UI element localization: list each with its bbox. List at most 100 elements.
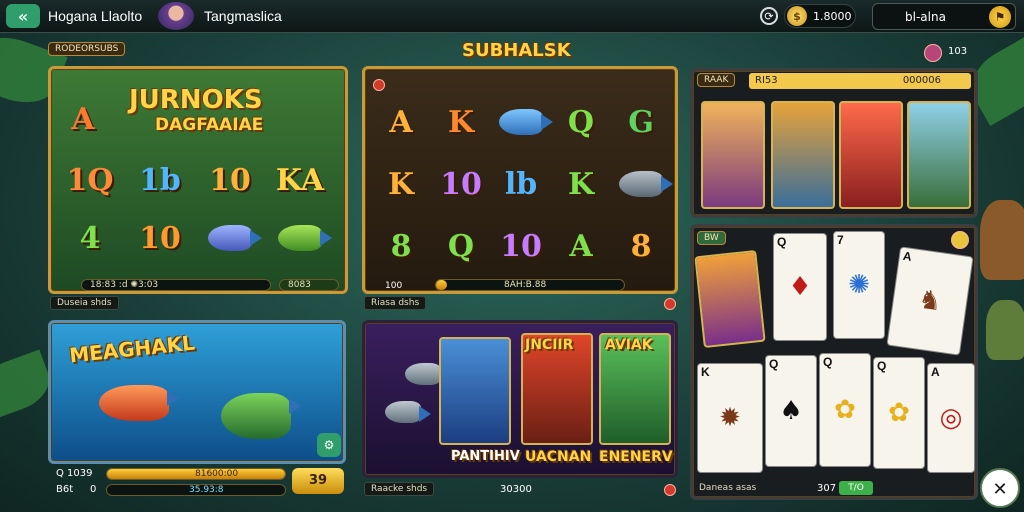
symbol-lb: lb [504, 166, 538, 202]
panel4-row1-bar: 81600:00 [106, 468, 286, 480]
symbol-4: 4 [79, 220, 101, 256]
symbol-a: A [71, 101, 95, 137]
symbol-a: A [569, 228, 593, 264]
panel2-bar-label: 100 [385, 281, 403, 291]
symbol-8: 8 [630, 228, 652, 264]
card-value: Q [777, 235, 787, 249]
panel1-win-bar: 8083 [279, 279, 339, 291]
playing-card[interactable]: Q ♦ [773, 233, 827, 341]
coin-balance: $ 1.8000 [784, 4, 856, 28]
symbol-8: 8 [390, 228, 412, 264]
card-value: A [902, 248, 913, 264]
bet-value: 39 [308, 473, 328, 488]
fishing-panel[interactable]: MEAGHAKL ⚙ [48, 320, 346, 464]
close-icon[interactable] [664, 484, 676, 496]
character-portrait[interactable] [701, 101, 765, 209]
panel3-value: 000006 [902, 75, 941, 86]
panel5-footer-value: 30300 [500, 484, 532, 495]
panel3-header-tag: RAAK [697, 73, 736, 87]
fish-symbol [197, 211, 263, 265]
sub-title: Tangmaslica [204, 8, 282, 24]
portrait-panel[interactable]: RAAK RI53 000006 [690, 68, 978, 218]
panel2-progress-bar: 8AH:B.88 [435, 279, 625, 291]
panel4-row2-value: 35.93:8 [189, 485, 224, 495]
close-icon[interactable] [664, 298, 676, 310]
user-name: bl-alna [905, 10, 946, 24]
panel6-footer-button[interactable]: T/O [839, 481, 873, 495]
panel3-chip-value: 103 [948, 46, 968, 57]
reel-grid-1: 1Q 1b 10 KA 4 10 [57, 153, 333, 265]
panel4-row2-label: B6t [56, 484, 74, 495]
symbol-1q: 1Q [66, 162, 114, 198]
user-box[interactable]: bl-alna ⚑ [872, 3, 1016, 30]
chip-icon[interactable] [951, 231, 969, 249]
symbol-10: 10 [500, 228, 542, 264]
fish-symbol [99, 385, 179, 421]
character-card[interactable] [694, 250, 766, 348]
character-portrait[interactable] [839, 101, 903, 209]
slot-panel-1[interactable]: JURNOKS DAGFAAIAE A 1Q 1b 10 KA 4 10 18:… [48, 66, 348, 294]
panel1-banner-sub: DAGFAAIAE [155, 115, 264, 135]
card-value: K [701, 365, 710, 379]
coin-icon: $ [787, 6, 807, 26]
close-icon[interactable] [373, 79, 385, 91]
playing-card[interactable]: A ◎ [927, 363, 975, 473]
playing-card[interactable]: Q ✿ [819, 353, 871, 467]
panel2-progress-fill [436, 280, 448, 290]
totem-decoration [986, 300, 1024, 360]
panel6-footer: Daneas asas [699, 483, 757, 493]
panel6-footer-value: 307 [817, 483, 837, 494]
character-panel[interactable]: PANTIHIV JNCIIR AVIAK UACNAN ENENERV [362, 320, 678, 478]
panel4-row2-bar: 35.93:8 [106, 484, 286, 496]
fish-symbol [613, 155, 673, 213]
avatar[interactable] [158, 2, 194, 30]
user-badge-icon[interactable]: ⚑ [989, 6, 1011, 28]
panel4-row2-num: 0 [90, 484, 97, 495]
character-card[interactable] [439, 337, 511, 445]
panel4-row1-label: Q 1039 [56, 468, 93, 479]
coin-value: 1.8000 [813, 9, 852, 23]
card1-label: PANTIHIV [451, 449, 520, 464]
playing-card[interactable]: A ♞ [886, 246, 974, 356]
character-portrait[interactable] [907, 101, 971, 209]
symbol-k: K [567, 166, 595, 202]
chip-icon[interactable] [924, 44, 942, 62]
symbol-10: 10 [440, 166, 482, 202]
card3-title: AVIAK [605, 337, 653, 353]
tools-button[interactable]: ✕ [980, 468, 1020, 508]
fish-symbol [267, 211, 333, 265]
card-value: Q [769, 357, 779, 371]
panel4-row1-value: 81600:00 [195, 469, 239, 479]
symbol-a: A [389, 104, 413, 140]
playing-card[interactable]: Q ✿ [873, 357, 925, 469]
playing-card[interactable]: 7 ✺ [833, 231, 885, 339]
refresh-icon[interactable]: ⟳ [760, 7, 778, 25]
bet-button[interactable]: 39 [292, 468, 344, 494]
panel6-footer-btn-label: T/O [848, 483, 864, 493]
character-portrait[interactable] [771, 101, 835, 209]
fish-symbol [493, 93, 553, 151]
panel2-banner: SUBHALSK [462, 40, 571, 61]
reel-grid-2: A K Q G K 10 lb K 8 Q 10 A 8 [373, 93, 673, 275]
settings-button[interactable]: ⚙ [317, 433, 341, 457]
panel5-footer: Raacke shds [364, 482, 435, 496]
card-value: A [931, 365, 940, 379]
panel1-win-text: 8083 [288, 280, 311, 290]
back-arrow-icon[interactable]: « [6, 4, 40, 28]
card2-title: JNCIIR [525, 337, 574, 353]
slot-panel-2[interactable]: A K Q G K 10 lb K 8 Q 10 A 8 100 8AH:B.8… [362, 66, 678, 294]
panel1-tag: RODEORSUBS [48, 42, 126, 56]
panel1-banner: JURNOKS [129, 85, 263, 115]
symbol-ka: KA [275, 162, 325, 198]
panel4-banner: MEAGHAKL [68, 330, 196, 368]
symbol-1b: 1b [139, 162, 181, 198]
panel2-bar-text: 8AH:B.88 [504, 280, 547, 290]
panel3-header-bar: RI53 000006 [749, 73, 971, 89]
panel3-label: RI53 [755, 75, 778, 86]
playing-card[interactable]: Q ♠ [765, 355, 817, 467]
playing-card[interactable]: K ✹ [697, 363, 763, 473]
panel1-balance-bar: 18:83 :d ✺3:03 [81, 279, 271, 291]
totem-decoration [980, 200, 1024, 280]
app-title: Hogana Llaolto [48, 8, 143, 24]
card-table-panel[interactable]: BW Q ♦ 7 ✺ A ♞ K ✹ Q ♠ Q ✿ Q ✿ A ◎ Daneas asas 3… [690, 224, 978, 500]
